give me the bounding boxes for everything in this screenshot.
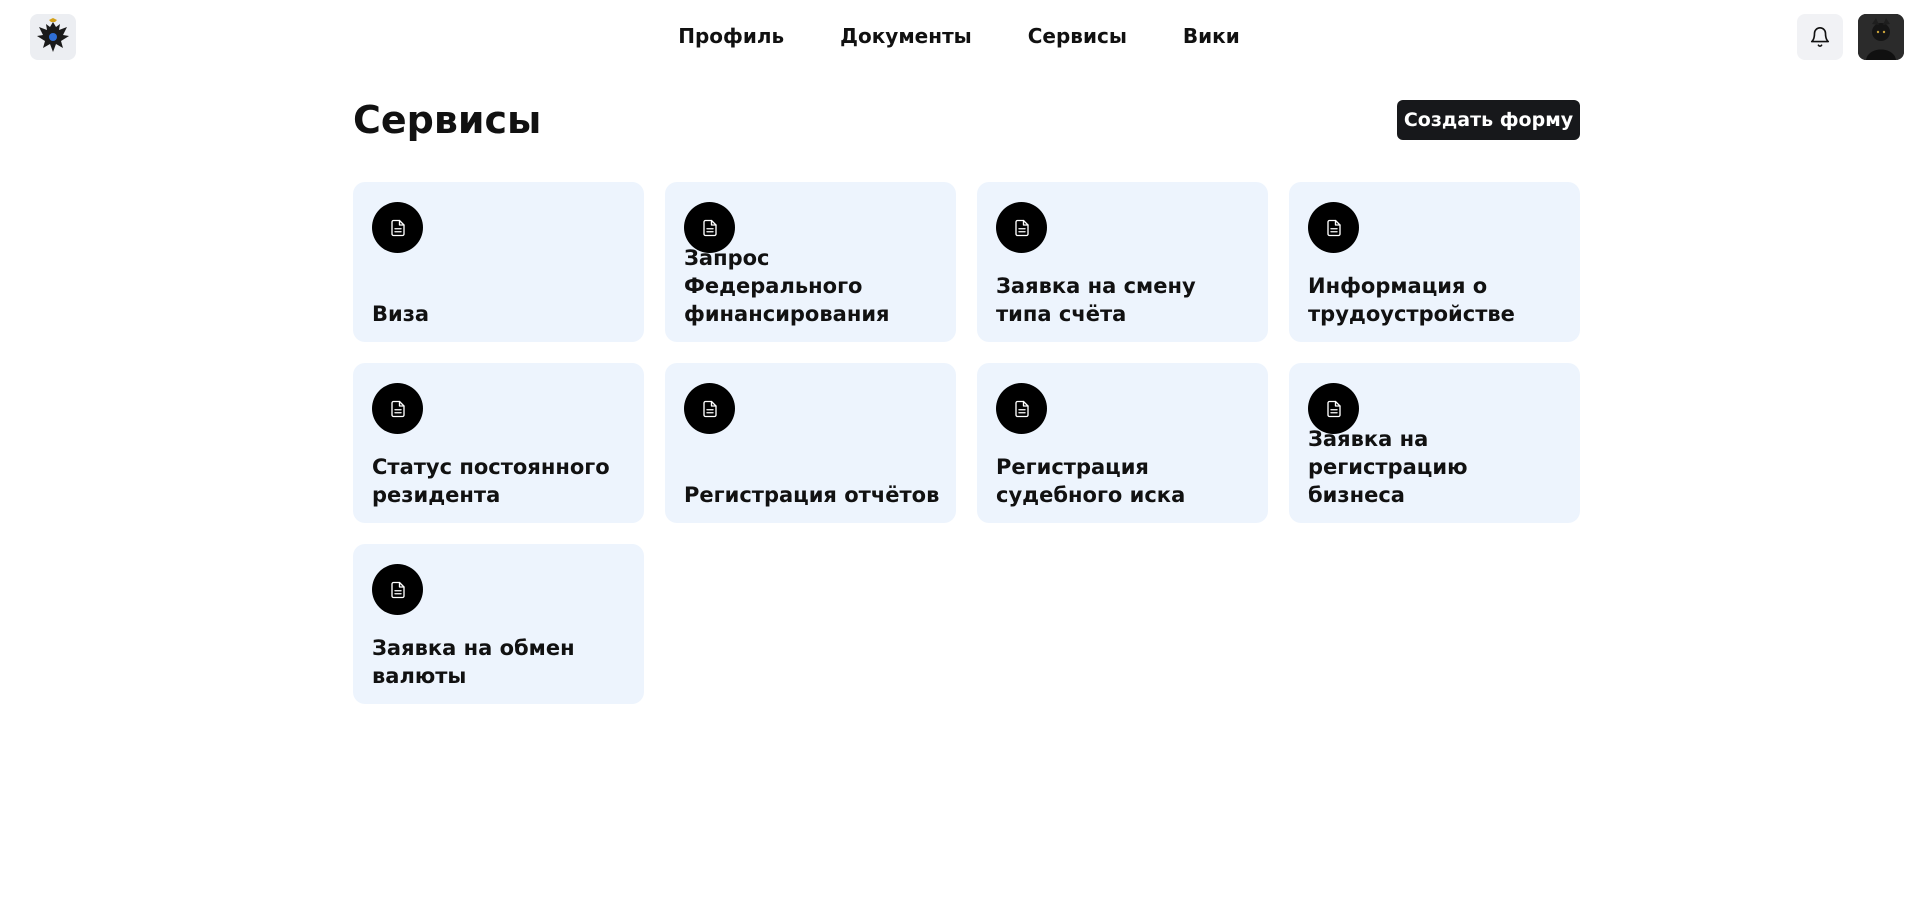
service-card-visa[interactable]: Виза — [353, 182, 644, 342]
service-card-report-registration[interactable]: Регистрация отчётов — [665, 363, 956, 523]
avatar[interactable] — [1858, 14, 1904, 60]
services-grid: Виза Запрос Федерального финансирования … — [353, 182, 1580, 704]
notifications-button[interactable] — [1797, 14, 1843, 60]
service-card-lawsuit-registration[interactable]: Регистрация судебного иска — [977, 363, 1268, 523]
document-icon — [1308, 202, 1359, 253]
service-card-label: Заявка на регистрацию бизнеса — [1308, 427, 1468, 507]
document-icon — [372, 564, 423, 615]
top-navigation-bar: Профиль Документы Сервисы Вики — [0, 0, 1918, 74]
nav-item-services[interactable]: Сервисы — [1028, 22, 1127, 50]
service-card-permanent-resident[interactable]: Статус постоянного резидента — [353, 363, 644, 523]
document-icon — [684, 383, 735, 434]
service-card-label: Регистрация отчётов — [684, 483, 940, 507]
service-card-federal-funding[interactable]: Запрос Федерального финансирования — [665, 182, 956, 342]
service-card-label: Информация о трудоустройстве — [1308, 274, 1515, 326]
user-avatar-icon — [1858, 14, 1904, 60]
service-card-label: Регистрация судебного иска — [996, 455, 1186, 507]
service-card-account-type-change[interactable]: Заявка на смену типа счёта — [977, 182, 1268, 342]
nav-item-wiki[interactable]: Вики — [1183, 22, 1240, 50]
document-icon — [996, 202, 1047, 253]
service-card-employment-info[interactable]: Информация о трудоустройстве — [1289, 182, 1580, 342]
service-card-currency-exchange[interactable]: Заявка на обмен валюты — [353, 544, 644, 704]
service-card-label: Виза — [372, 302, 430, 326]
service-card-label: Заявка на обмен валюты — [372, 636, 575, 688]
document-icon — [372, 202, 423, 253]
main-nav: Профиль Документы Сервисы Вики — [0, 22, 1918, 50]
document-icon — [996, 383, 1047, 434]
document-icon — [372, 383, 423, 434]
page-title: Сервисы — [353, 98, 542, 142]
bell-icon — [1810, 27, 1830, 47]
service-card-label: Запрос Федерального финансирования — [684, 246, 890, 326]
service-card-business-registration[interactable]: Заявка на регистрацию бизнеса — [1289, 363, 1580, 523]
nav-item-profile[interactable]: Профиль — [678, 22, 784, 50]
create-form-button[interactable]: Создать форму — [1397, 100, 1580, 140]
service-card-label: Заявка на смену типа счёта — [996, 274, 1196, 326]
service-card-label: Статус постоянного резидента — [372, 455, 610, 507]
nav-item-documents[interactable]: Документы — [840, 22, 972, 50]
